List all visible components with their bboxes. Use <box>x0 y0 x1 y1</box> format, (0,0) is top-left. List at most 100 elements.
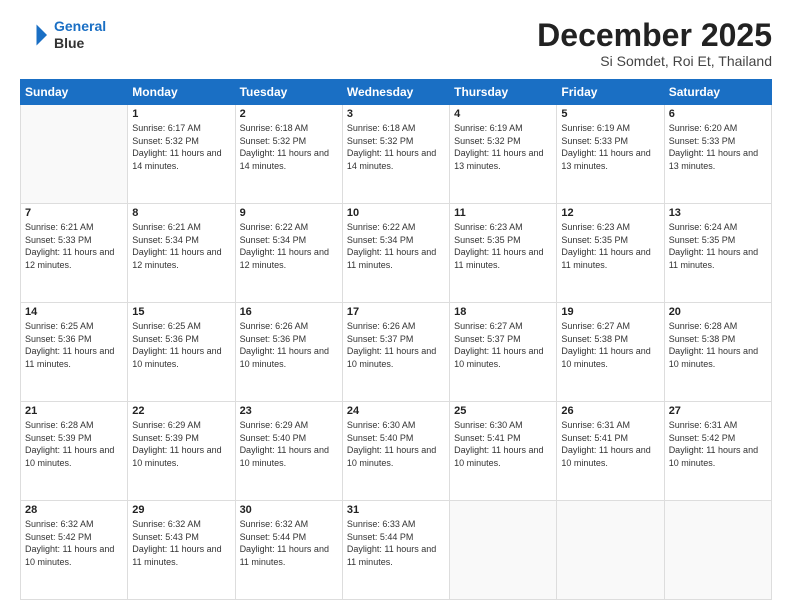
day-info: Sunrise: 6:25 AMSunset: 5:36 PMDaylight:… <box>132 320 230 370</box>
calendar-table: SundayMondayTuesdayWednesdayThursdayFrid… <box>20 79 772 600</box>
day-number: 26 <box>561 405 659 417</box>
day-info: Sunrise: 6:25 AMSunset: 5:36 PMDaylight:… <box>25 320 123 370</box>
day-number: 17 <box>347 306 445 318</box>
title-block: December 2025 Si Somdet, Roi Et, Thailan… <box>537 18 772 69</box>
day-cell-20: 20 Sunrise: 6:28 AMSunset: 5:38 PMDayligh… <box>664 303 771 402</box>
day-cell-31: 31 Sunrise: 6:33 AMSunset: 5:44 PMDayligh… <box>342 501 449 600</box>
logo-line1: General <box>54 18 106 34</box>
day-cell-12: 12Sunrise: 6:23 AMSunset: 5:35 PMDayligh… <box>557 204 664 303</box>
day-number: 23 <box>240 405 338 417</box>
day-info: Sunrise: 6:27 AMSunset: 5:38 PMDaylight:… <box>561 320 659 370</box>
day-cell-8: 8 Sunrise: 6:21 AMSunset: 5:34 PMDaylight… <box>128 204 235 303</box>
empty-cell <box>664 501 771 600</box>
empty-cell <box>450 501 557 600</box>
weekday-header-monday: Monday <box>128 80 235 105</box>
weekday-header-wednesday: Wednesday <box>342 80 449 105</box>
weekday-header-friday: Friday <box>557 80 664 105</box>
day-number: 10 <box>347 207 445 219</box>
day-cell-7: 7 Sunrise: 6:21 AMSunset: 5:33 PMDaylight… <box>21 204 128 303</box>
day-info: Sunrise: 6:32 AMSunset: 5:43 PMDaylight:… <box>132 518 230 568</box>
day-info: Sunrise: 6:21 AMSunset: 5:33 PMDaylight:… <box>25 221 123 271</box>
week-row-3: 14 Sunrise: 6:25 AMSunset: 5:36 PMDayligh… <box>21 303 772 402</box>
day-info: Sunrise: 6:31 AMSunset: 5:41 PMDaylight:… <box>561 419 659 469</box>
weekday-header-sunday: Sunday <box>21 80 128 105</box>
week-row-2: 7 Sunrise: 6:21 AMSunset: 5:33 PMDaylight… <box>21 204 772 303</box>
day-cell-10: 10Sunrise: 6:22 AMSunset: 5:34 PMDayligh… <box>342 204 449 303</box>
week-row-5: 28 Sunrise: 6:32 AMSunset: 5:42 PMDayligh… <box>21 501 772 600</box>
day-cell-23: 23 Sunrise: 6:29 AMSunset: 5:40 PMDayligh… <box>235 402 342 501</box>
weekday-header-saturday: Saturday <box>664 80 771 105</box>
day-cell-4: 4 Sunrise: 6:19 AMSunset: 5:32 PMDaylight… <box>450 105 557 204</box>
day-info: Sunrise: 6:32 AMSunset: 5:44 PMDaylight:… <box>240 518 338 568</box>
day-cell-19: 19 Sunrise: 6:27 AMSunset: 5:38 PMDayligh… <box>557 303 664 402</box>
location-subtitle: Si Somdet, Roi Et, Thailand <box>537 53 772 69</box>
day-info: Sunrise: 6:30 AMSunset: 5:40 PMDaylight:… <box>347 419 445 469</box>
day-info: Sunrise: 6:28 AMSunset: 5:38 PMDaylight:… <box>669 320 767 370</box>
day-number: 18 <box>454 306 552 318</box>
day-number: 21 <box>25 405 123 417</box>
day-info: Sunrise: 6:19 AMSunset: 5:33 PMDaylight:… <box>561 122 659 172</box>
day-info: Sunrise: 6:32 AMSunset: 5:42 PMDaylight:… <box>25 518 123 568</box>
day-cell-15: 15Sunrise: 6:25 AMSunset: 5:36 PMDayligh… <box>128 303 235 402</box>
day-cell-14: 14 Sunrise: 6:25 AMSunset: 5:36 PMDayligh… <box>21 303 128 402</box>
day-info: Sunrise: 6:22 AMSunset: 5:34 PMDaylight:… <box>240 221 338 271</box>
day-number: 28 <box>25 504 123 516</box>
day-number: 29 <box>132 504 230 516</box>
day-cell-9: 9Sunrise: 6:22 AMSunset: 5:34 PMDaylight… <box>235 204 342 303</box>
day-cell-5: 5 Sunrise: 6:19 AMSunset: 5:33 PMDaylight… <box>557 105 664 204</box>
day-cell-27: 27Sunrise: 6:31 AMSunset: 5:42 PMDayligh… <box>664 402 771 501</box>
day-cell-6: 6 Sunrise: 6:20 AMSunset: 5:33 PMDaylight… <box>664 105 771 204</box>
day-cell-28: 28 Sunrise: 6:32 AMSunset: 5:42 PMDayligh… <box>21 501 128 600</box>
day-cell-29: 29 Sunrise: 6:32 AMSunset: 5:43 PMDayligh… <box>128 501 235 600</box>
day-info: Sunrise: 6:26 AMSunset: 5:37 PMDaylight:… <box>347 320 445 370</box>
day-number: 1 <box>132 108 230 120</box>
day-info: Sunrise: 6:24 AMSunset: 5:35 PMDaylight:… <box>669 221 767 271</box>
day-cell-25: 25Sunrise: 6:30 AMSunset: 5:41 PMDayligh… <box>450 402 557 501</box>
day-info: Sunrise: 6:26 AMSunset: 5:36 PMDaylight:… <box>240 320 338 370</box>
logo: General Blue <box>20 18 106 52</box>
day-cell-18: 18 Sunrise: 6:27 AMSunset: 5:37 PMDayligh… <box>450 303 557 402</box>
day-cell-21: 21 Sunrise: 6:28 AMSunset: 5:39 PMDayligh… <box>21 402 128 501</box>
day-number: 19 <box>561 306 659 318</box>
logo-icon <box>20 20 50 50</box>
day-info: Sunrise: 6:29 AMSunset: 5:39 PMDaylight:… <box>132 419 230 469</box>
day-number: 2 <box>240 108 338 120</box>
day-number: 16 <box>240 306 338 318</box>
week-row-1: 1 Sunrise: 6:17 AMSunset: 5:32 PMDaylight… <box>21 105 772 204</box>
day-number: 14 <box>25 306 123 318</box>
day-info: Sunrise: 6:19 AMSunset: 5:32 PMDaylight:… <box>454 122 552 172</box>
day-number: 31 <box>347 504 445 516</box>
day-cell-3: 3 Sunrise: 6:18 AMSunset: 5:32 PMDaylight… <box>342 105 449 204</box>
day-info: Sunrise: 6:17 AMSunset: 5:32 PMDaylight:… <box>132 122 230 172</box>
logo-line2: Blue <box>54 35 106 52</box>
day-cell-24: 24 Sunrise: 6:30 AMSunset: 5:40 PMDayligh… <box>342 402 449 501</box>
day-cell-22: 22 Sunrise: 6:29 AMSunset: 5:39 PMDayligh… <box>128 402 235 501</box>
day-info: Sunrise: 6:33 AMSunset: 5:44 PMDaylight:… <box>347 518 445 568</box>
calendar-page: General Blue December 2025 Si Somdet, Ro… <box>0 0 792 612</box>
day-number: 7 <box>25 207 123 219</box>
day-number: 30 <box>240 504 338 516</box>
day-info: Sunrise: 6:18 AMSunset: 5:32 PMDaylight:… <box>347 122 445 172</box>
weekday-header-tuesday: Tuesday <box>235 80 342 105</box>
day-info: Sunrise: 6:30 AMSunset: 5:41 PMDaylight:… <box>454 419 552 469</box>
day-cell-13: 13 Sunrise: 6:24 AMSunset: 5:35 PMDayligh… <box>664 204 771 303</box>
day-info: Sunrise: 6:21 AMSunset: 5:34 PMDaylight:… <box>132 221 230 271</box>
day-number: 13 <box>669 207 767 219</box>
day-info: Sunrise: 6:27 AMSunset: 5:37 PMDaylight:… <box>454 320 552 370</box>
day-number: 22 <box>132 405 230 417</box>
header: General Blue December 2025 Si Somdet, Ro… <box>20 18 772 69</box>
day-info: Sunrise: 6:28 AMSunset: 5:39 PMDaylight:… <box>25 419 123 469</box>
day-info: Sunrise: 6:18 AMSunset: 5:32 PMDaylight:… <box>240 122 338 172</box>
day-info: Sunrise: 6:29 AMSunset: 5:40 PMDaylight:… <box>240 419 338 469</box>
day-number: 4 <box>454 108 552 120</box>
day-number: 5 <box>561 108 659 120</box>
day-number: 3 <box>347 108 445 120</box>
day-number: 8 <box>132 207 230 219</box>
day-number: 6 <box>669 108 767 120</box>
day-cell-30: 30 Sunrise: 6:32 AMSunset: 5:44 PMDayligh… <box>235 501 342 600</box>
day-number: 20 <box>669 306 767 318</box>
day-info: Sunrise: 6:20 AMSunset: 5:33 PMDaylight:… <box>669 122 767 172</box>
day-number: 27 <box>669 405 767 417</box>
week-row-4: 21 Sunrise: 6:28 AMSunset: 5:39 PMDayligh… <box>21 402 772 501</box>
day-number: 24 <box>347 405 445 417</box>
